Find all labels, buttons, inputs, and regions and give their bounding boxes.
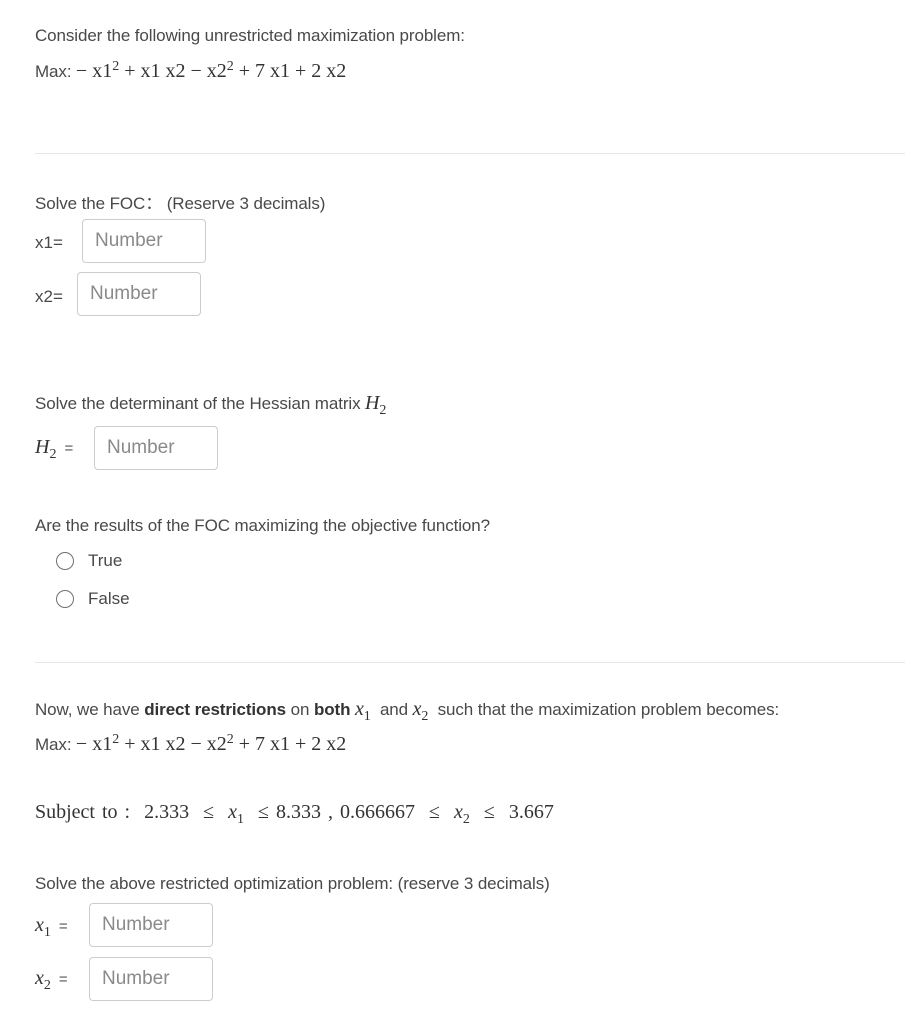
option-false[interactable]: False: [56, 589, 130, 609]
x2-symbol: x2: [412, 698, 429, 724]
foc-x2-input[interactable]: [77, 272, 201, 316]
restricted-x2-input[interactable]: [89, 957, 213, 1001]
restricted-x1-input[interactable]: [89, 903, 213, 947]
restricted-intro: Now, we have direct restrictions on both…: [35, 698, 780, 724]
section-divider: [35, 153, 905, 154]
option-false-label: False: [88, 589, 130, 608]
x2-label: x2=: [35, 287, 63, 306]
hessian-prompt-row: Solve the determinant of the Hessian mat…: [35, 392, 386, 419]
x1-symbol: x1: [355, 698, 371, 724]
objective-function: Max: − x12 + x1 x2 − x22 + 7 x1 + 2 x2: [35, 60, 346, 83]
hessian-symbol: H2: [364, 392, 387, 418]
restricted-objective: Max: − x12 + x1 x2 − x22 + 7 x1 + 2 x2: [35, 732, 347, 756]
constraint-line: Subject to : 2.333 ≤ x1 ≤ 8.333 , 0.6666…: [35, 801, 554, 827]
radio-button-true[interactable]: [56, 552, 74, 570]
foc-x1-input[interactable]: [82, 219, 206, 263]
maximizing-question: Are the results of the FOC maximizing th…: [35, 516, 491, 535]
hessian-prompt: Solve the determinant of the Hessian mat…: [35, 394, 361, 413]
hessian-label: H2 =: [35, 436, 74, 462]
hessian-determinant-input[interactable]: [94, 426, 218, 470]
x1-label: x1=: [35, 233, 63, 252]
max-label: Max:: [35, 62, 72, 81]
restricted-x2-label: x2 =: [35, 967, 68, 993]
intro-text: Consider the following unrestricted maxi…: [35, 26, 465, 45]
foc-prompt: Solve the FOC： (Reserve 3 decimals): [35, 194, 326, 213]
option-true[interactable]: True: [56, 551, 122, 571]
option-true-label: True: [88, 551, 123, 570]
restricted-x1-label: x1 =: [35, 914, 68, 940]
restricted-solve-prompt: Solve the above restricted optimization …: [35, 874, 550, 893]
radio-button-false[interactable]: [56, 590, 74, 608]
objective-expression: − x12 + x1 x2 − x22 + 7 x1 + 2 x2: [75, 59, 347, 83]
section-divider: [35, 662, 905, 663]
